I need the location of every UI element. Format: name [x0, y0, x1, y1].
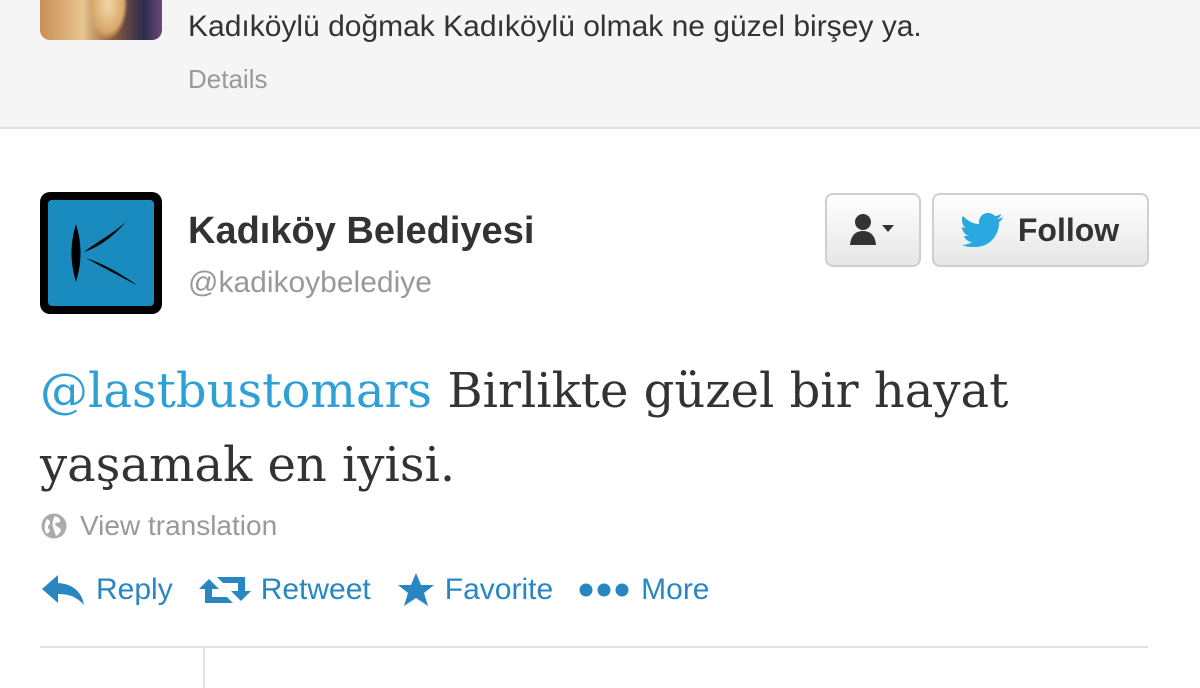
view-translation[interactable]: View translation [40, 510, 277, 542]
user-actions-button[interactable] [825, 193, 921, 267]
star-icon [397, 573, 434, 606]
retweet-label: Retweet [260, 573, 371, 606]
view-translation-label: View translation [80, 510, 278, 541]
tweet-text-line2: yaşamak en iyisi. [40, 437, 456, 493]
previous-tweet-text: Kadıköylü doğmak Kadıköylü olmak ne güze… [188, 10, 922, 43]
stats-divider [40, 646, 1148, 648]
previous-tweet: Kadıköylü doğmak Kadıköylü olmak ne güze… [0, 0, 1200, 129]
tweet-text: @lastbustomars Birlikte güzel bir hayat … [40, 354, 1140, 502]
retweet-button[interactable]: Retweet [198, 573, 371, 607]
retweet-icon [198, 577, 251, 603]
more-dots-icon [579, 583, 629, 597]
tweet-actions: Reply Retweet Favorite More [40, 572, 736, 608]
reply-icon [42, 575, 84, 605]
tweet-text-line1: Birlikte güzel bir hayat [432, 363, 1009, 419]
previous-tweet-avatar[interactable] [40, 0, 162, 40]
globe-icon [41, 513, 67, 539]
person-dropdown-icon [850, 214, 894, 245]
reply-label: Reply [96, 573, 173, 606]
details-link[interactable]: Details [188, 64, 267, 95]
favorite-label: Favorite [444, 573, 554, 606]
more-button[interactable]: More [579, 573, 710, 607]
favorite-button[interactable]: Favorite [397, 572, 553, 608]
avatar[interactable] [40, 192, 162, 314]
kadikoy-logo-icon [48, 200, 154, 306]
twitter-bird-icon [961, 213, 1003, 247]
follow-button[interactable]: Follow [932, 193, 1149, 267]
follow-label: Follow [1017, 211, 1120, 248]
user-handle[interactable]: @kadikoybelediye [188, 266, 432, 300]
user-name[interactable]: Kadıköy Belediyesi [188, 210, 534, 253]
more-label: More [641, 573, 710, 606]
mention-link[interactable]: @lastbustomars [40, 363, 432, 419]
stats-column-divider [203, 648, 205, 688]
reply-button[interactable]: Reply [40, 573, 173, 607]
